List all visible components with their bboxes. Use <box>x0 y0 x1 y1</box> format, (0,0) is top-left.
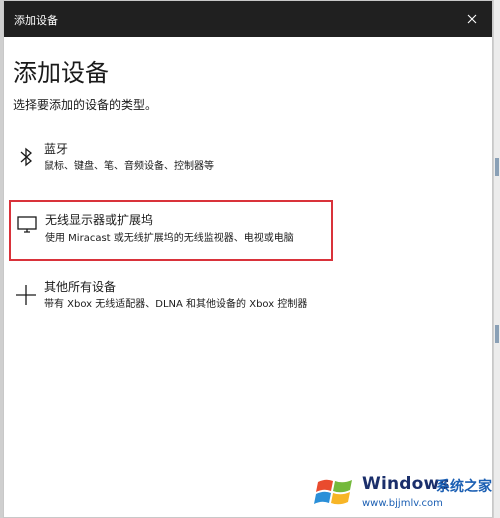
option-wireless-display-title: 无线显示器或扩展坞 <box>45 213 154 227</box>
title-bar[interactable]: 添加设备 <box>4 1 492 37</box>
option-bluetooth-description: 鼠标、键盘、笔、音频设备、控制器等 <box>44 161 214 172</box>
add-device-dialog: 添加设备 添加设备 选择要添加的设备的类型。 蓝牙 鼠标、键盘、笔、音频设备、控… <box>3 0 493 518</box>
option-other-devices-description: 带有 Xbox 无线适配器、DLNA 和其他设备的 Xbox 控制器 <box>44 299 308 310</box>
option-other-devices-title: 其他所有设备 <box>44 280 117 294</box>
plus-icon <box>14 283 38 307</box>
option-wireless-display-description: 使用 Miracast 或无线扩展坞的无线监视器、电视或电脑 <box>45 233 294 244</box>
page-title: 添加设备 <box>13 59 109 87</box>
option-wireless-display[interactable]: 无线显示器或扩展坞 使用 Miracast 或无线扩展坞的无线监视器、电视或电脑 <box>9 200 333 261</box>
site-watermark: Windows 系统之家 www.bjjmlv.com <box>312 470 500 516</box>
option-bluetooth-title: 蓝牙 <box>44 142 69 156</box>
option-bluetooth[interactable]: 蓝牙 鼠标、键盘、笔、音频设备、控制器等 <box>8 135 330 175</box>
window-title: 添加设备 <box>14 14 58 27</box>
option-other-devices[interactable]: 其他所有设备 带有 Xbox 无线适配器、DLNA 和其他设备的 Xbox 控制… <box>8 276 330 316</box>
background-window-edge-right <box>493 0 500 518</box>
background-scroll-mark <box>495 325 499 343</box>
background-scroll-mark <box>495 158 499 176</box>
page-subtitle: 选择要添加的设备的类型。 <box>13 98 158 112</box>
bluetooth-icon <box>14 145 38 169</box>
close-button[interactable] <box>464 11 480 27</box>
windows-logo-icon <box>312 470 358 514</box>
close-icon <box>464 11 480 27</box>
monitor-icon <box>15 212 39 236</box>
watermark-brand-cn: 系统之家 <box>436 479 492 495</box>
watermark-url: www.bjjmlv.com <box>362 498 443 509</box>
